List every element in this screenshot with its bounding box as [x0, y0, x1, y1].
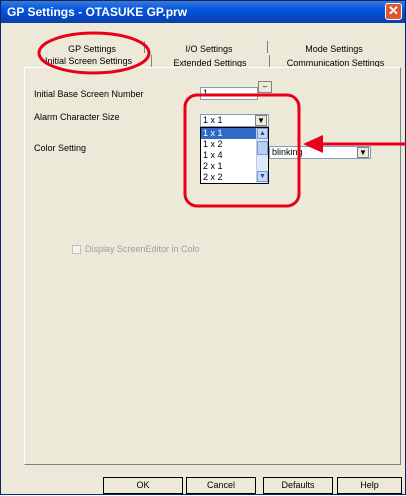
annotation-arrow-head	[303, 135, 323, 153]
ok-button[interactable]: OK	[103, 477, 183, 494]
cancel-button[interactable]: Cancel	[186, 477, 256, 494]
annotation-ellipse	[37, 31, 151, 75]
help-button[interactable]: Help	[337, 477, 402, 494]
annotation-overlay	[37, 31, 406, 208]
annotation-box	[183, 93, 301, 208]
dialog-window: GP Settings - OTASUKE GP.prw ✕ GP Settin…	[0, 0, 406, 495]
defaults-button[interactable]: Defaults	[263, 477, 333, 494]
